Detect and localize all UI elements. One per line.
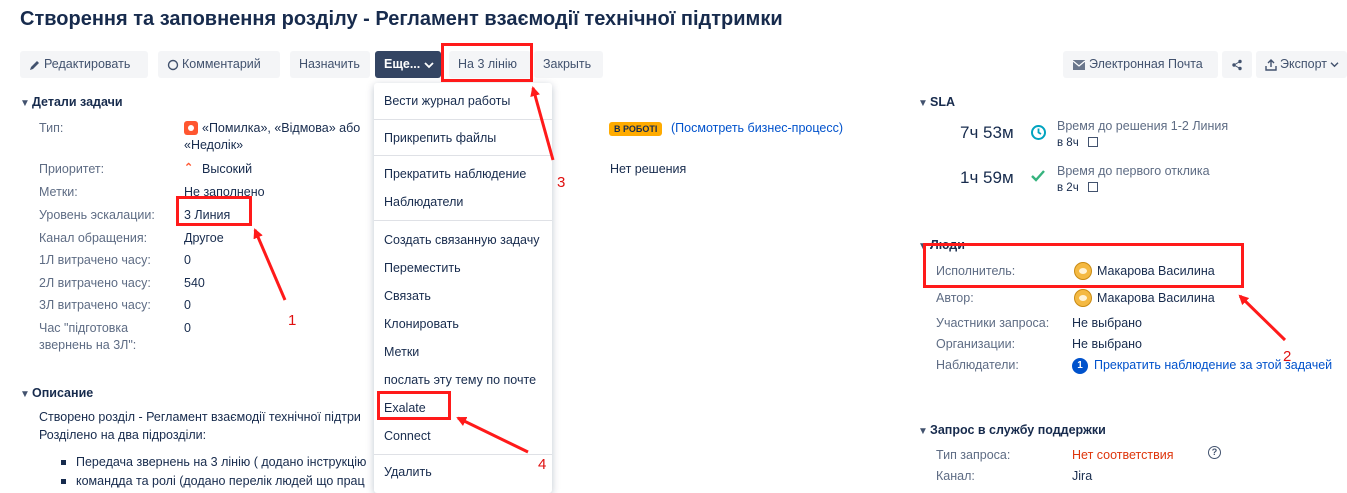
annotation-number: 4 [538,456,547,473]
annotation-number: 2 [1283,348,1292,365]
annotation-number: 1 [288,312,297,329]
annotation-arrows [253,86,1287,454]
annotation-number: 3 [557,174,566,191]
